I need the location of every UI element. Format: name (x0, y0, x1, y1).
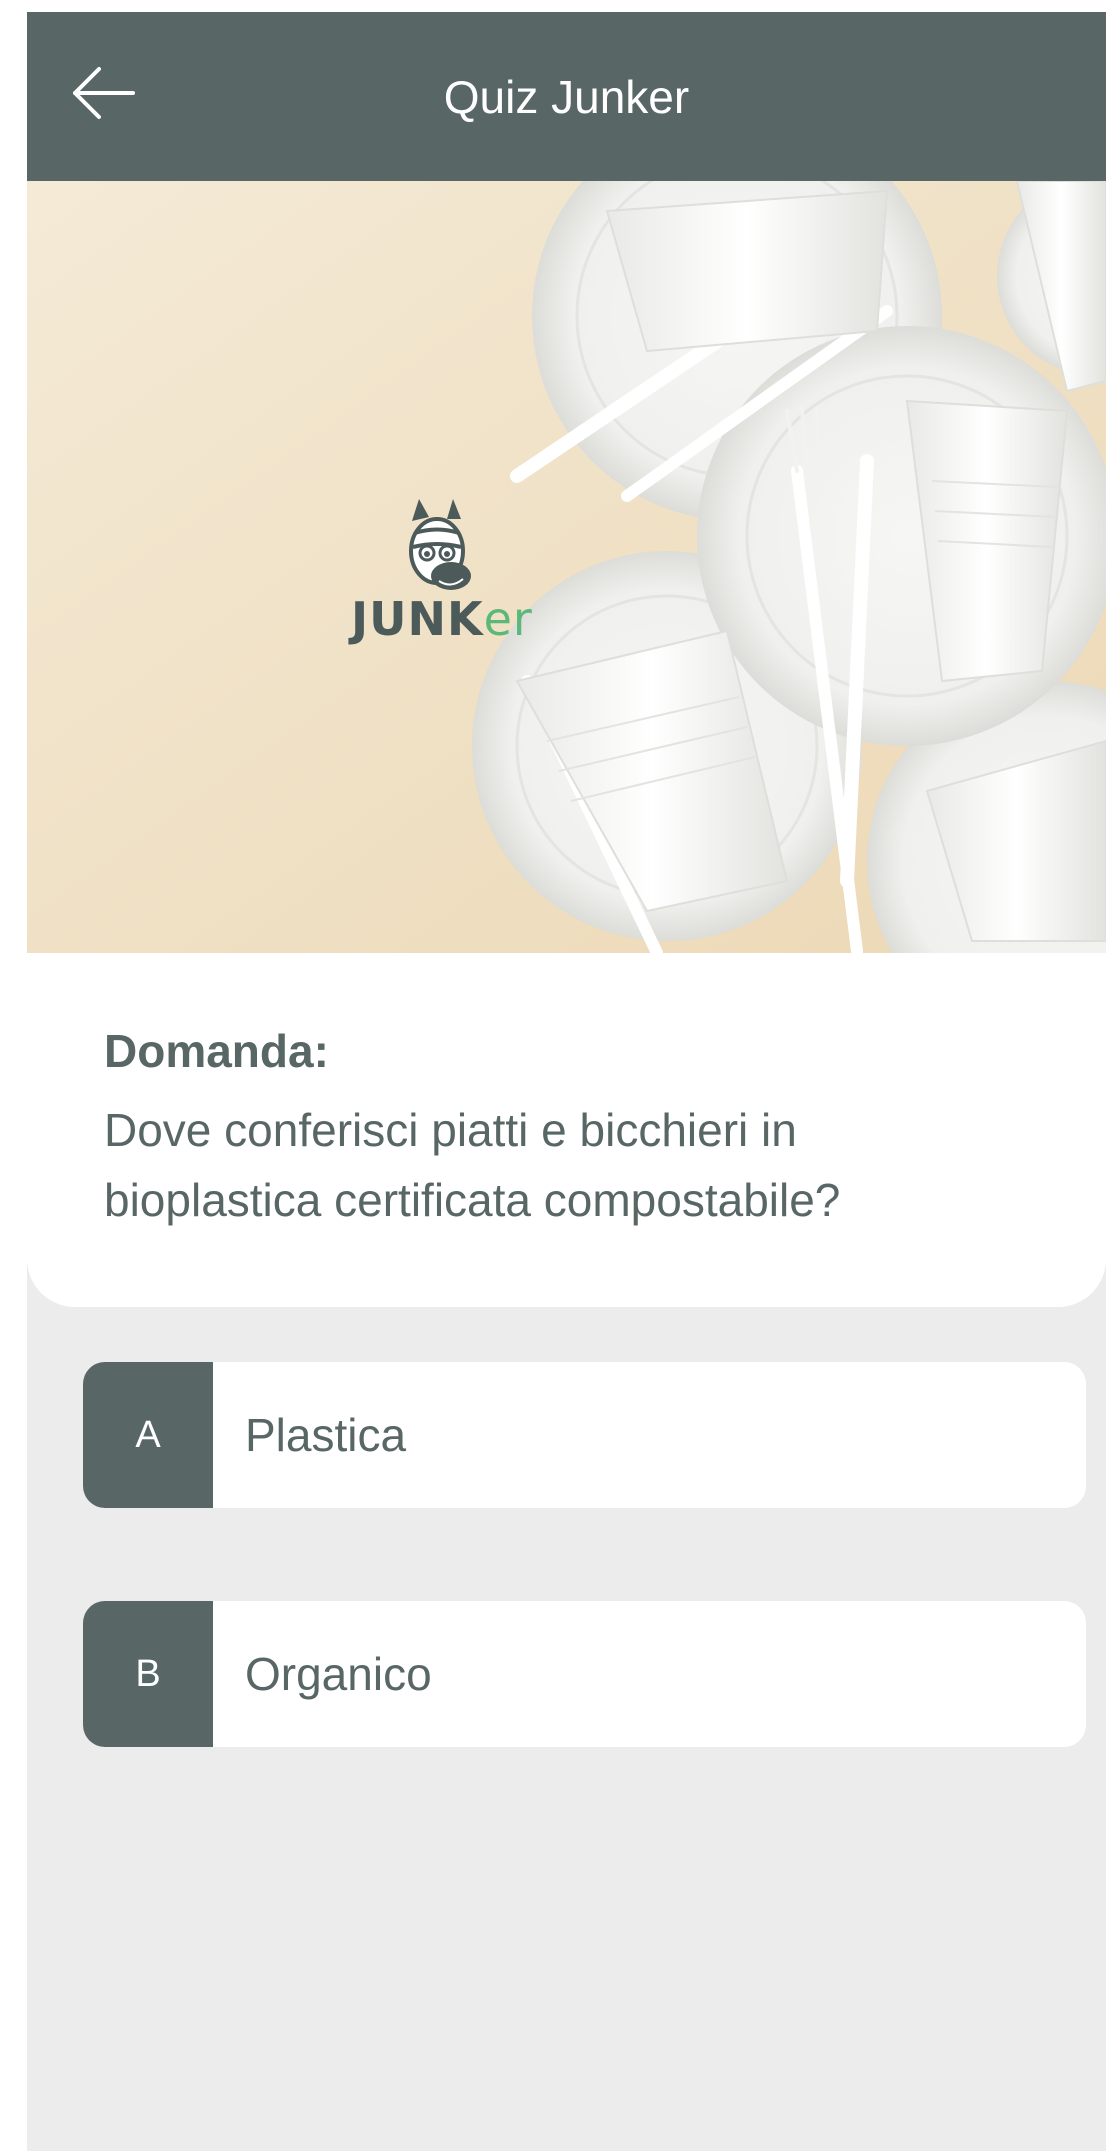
tableware-illustration (27, 181, 1106, 953)
screen: Quiz Junker JUNKer Domanda: Dove conferi… (27, 12, 1106, 2151)
question-text: Dove conferisci piatti e bicchieri in bi… (104, 1095, 1004, 1235)
answer-letter: A (83, 1362, 213, 1508)
junker-logo: JUNKer (351, 592, 533, 646)
question-line-2: bioplastica certificata compostabile? (104, 1174, 841, 1226)
answer-text: Plastica (245, 1409, 407, 1461)
question-label: Domanda: (104, 1025, 329, 1077)
logo-text-accent: er (483, 592, 533, 646)
answer-letter: B (83, 1601, 213, 1747)
question-line-1: Dove conferisci piatti e bicchieri in (104, 1104, 797, 1156)
answer-text: Organico (245, 1648, 432, 1700)
answer-option-a[interactable]: A Plastica (83, 1362, 1086, 1508)
question-card: Domanda: Dove conferisci piatti e bicchi… (27, 953, 1106, 1307)
logo-text-main: JUNK (351, 592, 484, 646)
hero-image: JUNKer (27, 181, 1106, 953)
answer-option-b[interactable]: B Organico (83, 1601, 1086, 1747)
app-bar: Quiz Junker (27, 12, 1106, 181)
page-title: Quiz Junker (443, 71, 690, 123)
